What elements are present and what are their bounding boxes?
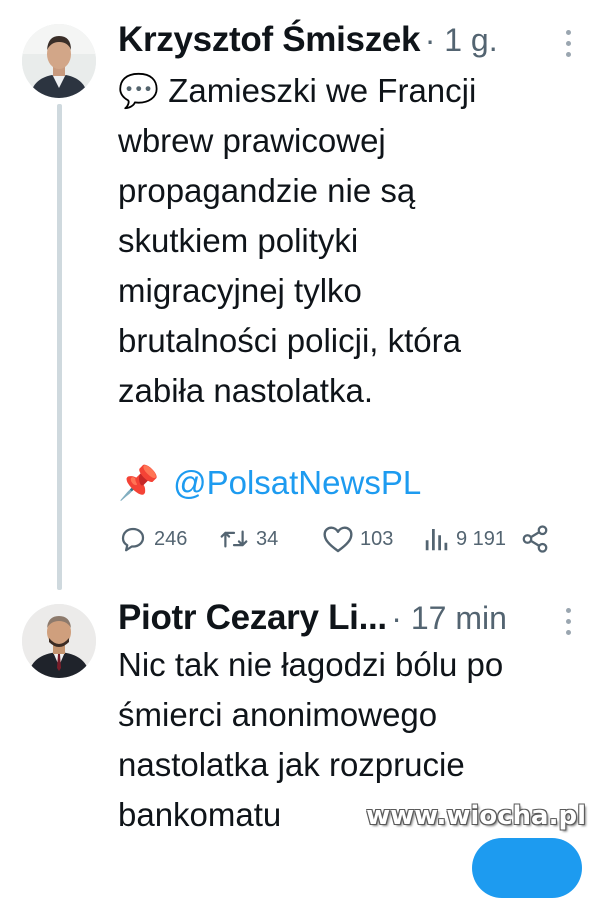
retweet-icon	[220, 530, 248, 548]
like-count: 103	[360, 527, 394, 550]
avatar-photo-icon	[22, 604, 96, 678]
tweet-actions: 246 34 103 9 191	[118, 524, 558, 564]
share-icon	[522, 525, 548, 553]
tweet-time[interactable]: · 17 min	[391, 600, 507, 636]
text-line: brutalności policji, która	[118, 322, 461, 359]
speech-balloon-icon: 💬	[118, 72, 160, 109]
views-count: 9 191	[456, 527, 507, 550]
author-name[interactable]: Piotr Cezary Li...	[118, 598, 387, 637]
text-line: śmierci anonimowego	[118, 696, 438, 733]
compose-fab-button[interactable]	[472, 838, 582, 898]
share-button[interactable]	[520, 524, 550, 554]
avatar-photo-icon	[22, 24, 96, 98]
reply-count: 246	[154, 527, 188, 550]
text-line: wbrew prawicowej	[118, 122, 386, 159]
pushpin-icon: 📌	[118, 464, 160, 501]
watermark: www.wiocha.pl	[366, 801, 586, 831]
tweet-text: 💬 Zamieszki we Francji wbrew prawicowej …	[118, 66, 570, 416]
tweet-header: Krzysztof Śmiszek · 1 g.	[118, 20, 560, 66]
author-name[interactable]: Krzysztof Śmiszek	[118, 20, 421, 59]
like-button[interactable]: 103	[322, 524, 393, 554]
thread-line	[57, 104, 62, 590]
tweet-1[interactable]: Krzysztof Śmiszek · 1 g. 💬 Zamieszki we …	[0, 0, 600, 590]
heart-icon	[323, 526, 353, 553]
text-line: zabiła nastolatka.	[118, 372, 373, 409]
reply-icon	[121, 527, 145, 552]
text-line: skutkiem polityki	[118, 222, 359, 259]
mention-link[interactable]: @PolsatNewsPL	[173, 458, 421, 508]
text-line: migracyjnej tylko	[118, 272, 362, 309]
text-line: 💬 Zamieszki we Francji	[118, 72, 477, 109]
views-icon	[425, 529, 448, 551]
retweet-count: 34	[256, 527, 279, 550]
views-button[interactable]: 9 191	[424, 524, 506, 554]
avatar[interactable]	[22, 604, 96, 678]
tweet-header: Piotr Cezary Li... · 17 min	[118, 598, 560, 644]
tweet-time[interactable]: · 1 g.	[425, 22, 498, 58]
mention-row: 📌 @PolsatNewsPL	[118, 458, 421, 508]
retweet-button[interactable]: 34	[218, 524, 278, 554]
reply-button[interactable]: 246	[118, 524, 187, 554]
avatar[interactable]	[22, 24, 96, 98]
more-options-button[interactable]	[564, 608, 572, 635]
more-options-button[interactable]	[564, 30, 572, 57]
text-line: nastolatka jak rozprucie	[118, 746, 465, 783]
text-line: Nic tak nie łagodzi bólu po	[118, 646, 504, 683]
text-line: propagandzie nie są	[118, 172, 416, 209]
